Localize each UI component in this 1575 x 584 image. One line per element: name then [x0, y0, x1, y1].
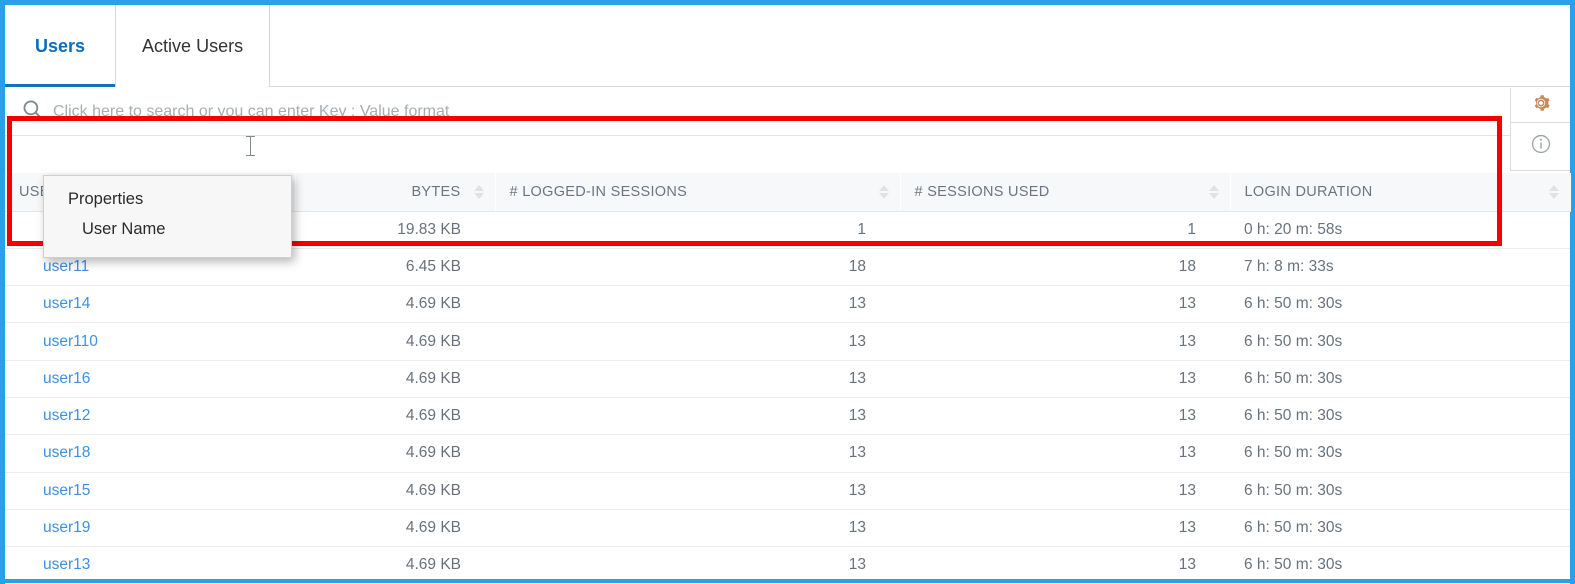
suggestion-item-user-name[interactable]: User Name	[44, 214, 291, 245]
cell-logged-in-sessions: 13	[495, 509, 900, 548]
cell-login-duration: 0 h: 20 m: 58s	[1230, 211, 1570, 249]
table-row[interactable]: user15 4.69 KB 13 13 6 h: 50 m: 30s	[5, 472, 1570, 510]
cell-logged-in-sessions: 13	[495, 322, 900, 361]
cell-sessions-used: 13	[900, 472, 1230, 510]
column-header-logged-in-sessions-label: # LOGGED-IN SESSIONS	[509, 183, 688, 200]
cell-sessions-used: 13	[900, 322, 1230, 361]
cell-bytes: 4.69 KB	[295, 509, 495, 548]
cell-bytes: 4.69 KB	[295, 397, 495, 436]
cell-sessions-used: 13	[900, 546, 1230, 584]
cell-login-duration: 7 h: 8 m: 33s	[1230, 248, 1570, 287]
cell-bytes: 4.69 KB	[295, 285, 495, 324]
column-header-logged-in-sessions[interactable]: # LOGGED-IN SESSIONS	[495, 173, 901, 212]
cell-user-name[interactable]: user19	[5, 509, 295, 548]
cell-bytes: 4.69 KB	[295, 472, 495, 510]
cell-logged-in-sessions: 18	[495, 248, 900, 287]
table-row[interactable]: user110 4.69 KB 13 13 6 h: 50 m: 30s	[5, 322, 1570, 361]
cell-bytes: 19.83 KB	[295, 211, 495, 249]
cell-bytes: 4.69 KB	[295, 322, 495, 361]
search-input[interactable]	[53, 96, 953, 127]
toolbar-icon-rail	[1510, 88, 1570, 171]
column-header-login-duration-label: LOGIN DURATION	[1244, 183, 1373, 200]
cell-user-name[interactable]: user13	[5, 546, 295, 584]
cell-logged-in-sessions: 13	[495, 285, 900, 324]
cell-login-duration: 6 h: 50 m: 30s	[1230, 434, 1570, 473]
info-button[interactable]	[1510, 123, 1570, 171]
settings-button[interactable]	[1510, 88, 1570, 123]
cell-bytes: 4.69 KB	[295, 434, 495, 473]
sort-arrows-icon[interactable]	[1208, 184, 1220, 200]
sort-arrows-icon[interactable]	[473, 184, 485, 200]
cell-bytes: 4.69 KB	[295, 360, 495, 398]
search-suggestions-panel: Properties User Name	[43, 175, 292, 258]
tab-active-users-label: Active Users	[142, 35, 244, 56]
table-row[interactable]: user14 4.69 KB 13 13 6 h: 50 m: 30s	[5, 285, 1570, 324]
suggestions-group-title: Properties	[68, 190, 144, 208]
cell-user-name[interactable]: user110	[5, 322, 295, 361]
cell-user-name[interactable]: user12	[5, 397, 295, 436]
cell-sessions-used: 13	[900, 434, 1230, 473]
cell-sessions-used: 13	[900, 285, 1230, 324]
cell-sessions-used: 13	[900, 509, 1230, 548]
cell-bytes: 4.69 KB	[295, 546, 495, 584]
cell-logged-in-sessions: 13	[495, 397, 900, 436]
cell-user-name[interactable]: user14	[5, 285, 295, 324]
cell-login-duration: 6 h: 50 m: 30s	[1230, 509, 1570, 548]
table-row[interactable]: user13 4.69 KB 13 13 6 h: 50 m: 30s	[5, 546, 1570, 584]
cell-login-duration: 6 h: 50 m: 30s	[1230, 322, 1570, 361]
cell-login-duration: 6 h: 50 m: 30s	[1230, 360, 1570, 398]
cell-sessions-used: 1	[900, 211, 1230, 249]
cell-user-name[interactable]: user15	[5, 472, 295, 510]
column-header-bytes[interactable]: BYTES	[295, 173, 496, 212]
cell-logged-in-sessions: 13	[495, 434, 900, 473]
app-frame: Users Active Users Click here to search …	[0, 0, 1575, 584]
table-row[interactable]: user19 4.69 KB 13 13 6 h: 50 m: 30s	[5, 509, 1570, 548]
cell-sessions-used: 13	[900, 397, 1230, 436]
search-icon	[21, 98, 44, 126]
tab-users-label: Users	[35, 35, 86, 56]
search-bar[interactable]	[5, 88, 1510, 136]
column-header-sessions-used-label: # SESSIONS USED	[914, 183, 1050, 200]
table-row[interactable]: user12 4.69 KB 13 13 6 h: 50 m: 30s	[5, 397, 1570, 436]
cell-logged-in-sessions: 13	[495, 360, 900, 398]
cell-bytes: 6.45 KB	[295, 248, 495, 287]
cell-logged-in-sessions: 13	[495, 472, 900, 510]
tab-users[interactable]: Users	[5, 5, 117, 87]
text-cursor-icon	[246, 135, 255, 157]
gear-icon	[1530, 92, 1552, 119]
cell-sessions-used: 18	[900, 248, 1230, 287]
tab-active-users[interactable]: Active Users	[116, 5, 271, 87]
info-circle-icon	[1530, 133, 1552, 160]
table-body: 19.83 KB 1 1 0 h: 20 m: 58s user11 6.45 KB 18 1…	[5, 211, 1570, 584]
sort-arrows-icon[interactable]	[1548, 184, 1560, 200]
tab-bar-filler	[270, 5, 1570, 86]
cell-user-name[interactable]: user16	[5, 360, 295, 398]
suggestion-item-label: User Name	[82, 220, 166, 238]
cell-login-duration: 6 h: 50 m: 30s	[1230, 472, 1570, 510]
tab-bar: Users Active Users	[5, 5, 1570, 87]
cell-logged-in-sessions: 1	[495, 211, 900, 249]
cell-sessions-used: 13	[900, 360, 1230, 398]
cell-login-duration: 6 h: 50 m: 30s	[1230, 285, 1570, 324]
cell-logged-in-sessions: 13	[495, 546, 900, 584]
column-header-bytes-label: BYTES	[411, 183, 461, 200]
column-header-sessions-used[interactable]: # SESSIONS USED	[900, 173, 1231, 212]
table-row[interactable]: user16 4.69 KB 13 13 6 h: 50 m: 30s	[5, 360, 1570, 398]
table-row[interactable]: user18 4.69 KB 13 13 6 h: 50 m: 30s	[5, 434, 1570, 473]
cell-login-duration: 6 h: 50 m: 30s	[1230, 397, 1570, 436]
cell-login-duration: 6 h: 50 m: 30s	[1230, 546, 1570, 584]
column-header-login-duration[interactable]: LOGIN DURATION	[1230, 173, 1571, 212]
cell-user-name[interactable]: user18	[5, 434, 295, 473]
sort-arrows-icon[interactable]	[878, 184, 890, 200]
